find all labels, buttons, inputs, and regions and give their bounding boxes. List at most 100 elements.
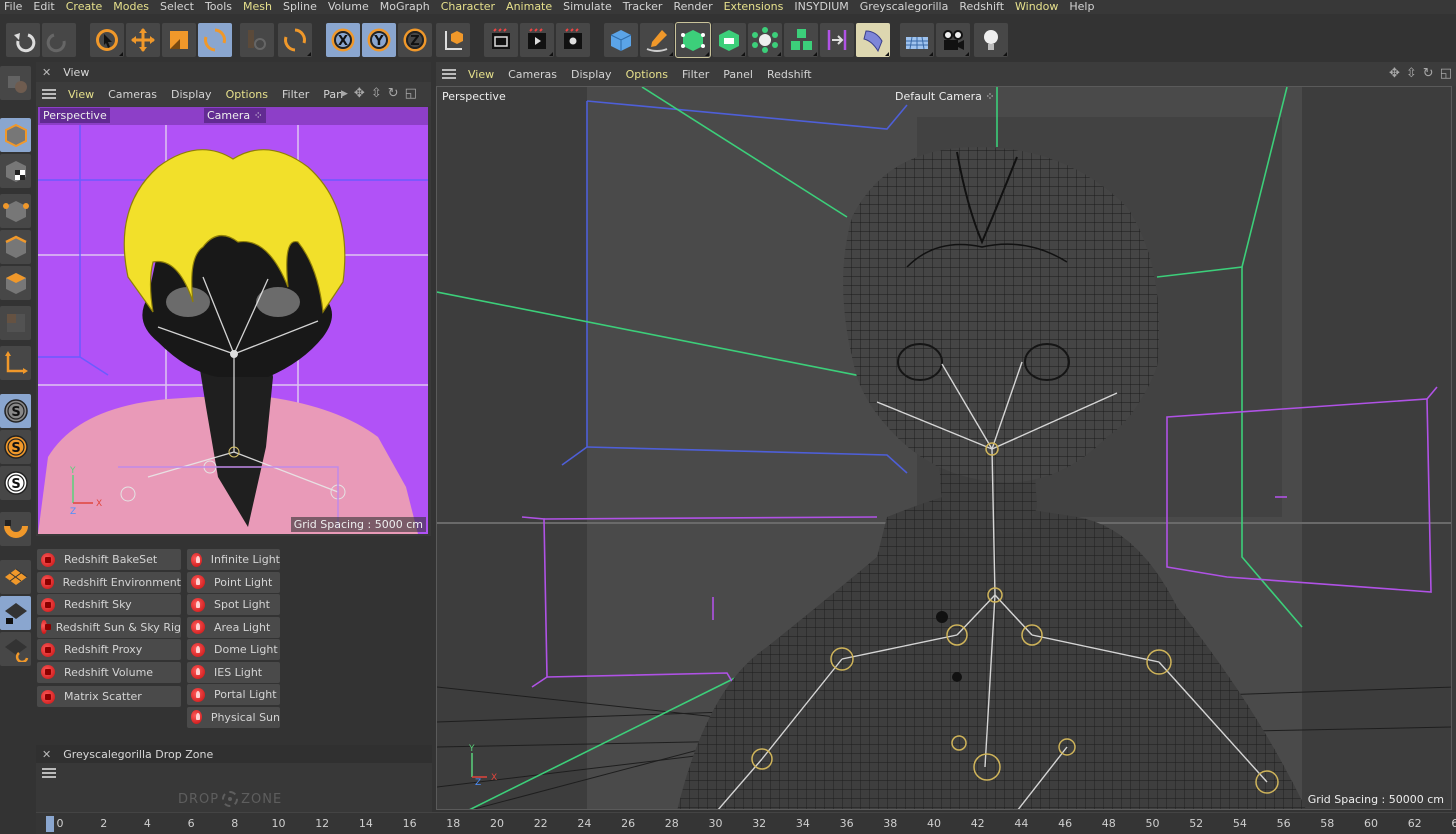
view-menu-view[interactable]: View	[68, 88, 94, 101]
timeline-ruler[interactable]: 0 2 4 6 8 10 12 14 16 18 20 22 24 26 28 30 32 34 36 38 40 42 4…	[36, 812, 1456, 834]
view-menu-display[interactable]: Display	[171, 88, 212, 101]
small-viewport[interactable]: Y X Z Perspective Camera ⁘ Grid Spacing …	[38, 107, 428, 534]
menu-spline[interactable]: Spline	[283, 0, 324, 14]
menu-greyscalegorilla[interactable]: Greyscalegorilla	[860, 0, 956, 14]
view-menu-options[interactable]: Options	[626, 68, 668, 81]
redshift-object-redshift-sky[interactable]: Redshift Sky	[37, 594, 181, 615]
axis-mode-button[interactable]	[0, 346, 31, 380]
view-menu-cameras[interactable]: Cameras	[508, 68, 557, 81]
polygons-mode-button[interactable]	[0, 266, 31, 300]
menu-tools[interactable]: Tools	[205, 0, 239, 14]
points-mode-button[interactable]	[0, 194, 31, 228]
floor-button[interactable]	[900, 23, 934, 57]
workplane-align-button[interactable]	[0, 632, 31, 666]
menu-file[interactable]: File	[4, 0, 29, 14]
rotate-view-icon[interactable]: ↻	[1423, 66, 1434, 81]
pan-view-icon[interactable]: ✥	[354, 86, 365, 101]
view-menu-filter[interactable]: Filter	[682, 68, 709, 81]
redshift-light-physical-sun[interactable]: Physical Sun	[187, 706, 280, 728]
close-icon[interactable]: ✕	[42, 748, 51, 761]
view-menu-display[interactable]: Display	[571, 68, 612, 81]
redshift-object-redshift-sun-sky-rig[interactable]: Redshift Sun & Sky Rig	[37, 616, 181, 638]
menu-extensions[interactable]: Extensions	[724, 0, 791, 14]
redshift-object-redshift-volume[interactable]: Redshift Volume	[37, 661, 181, 683]
locked-workplane-button[interactable]	[0, 596, 31, 630]
playhead[interactable]	[46, 816, 54, 832]
rotate-alt-button[interactable]	[278, 23, 312, 57]
redshift-light-portal-light[interactable]: Portal Light	[187, 684, 280, 705]
deformer-bend-button[interactable]	[856, 23, 890, 57]
view-menu-view[interactable]: View	[468, 68, 494, 81]
recent-tool-button[interactable]	[240, 23, 274, 57]
zoom-view-icon[interactable]: ⇳	[371, 86, 382, 101]
undo-button[interactable]	[6, 23, 40, 57]
z-axis-lock-button[interactable]: Z	[398, 23, 432, 57]
redshift-light-dome-light[interactable]: Dome Light	[187, 639, 280, 660]
redshift-object-redshift-proxy[interactable]: Redshift Proxy	[37, 639, 181, 660]
hamburger-menu-icon[interactable]	[42, 89, 56, 99]
menu-simulate[interactable]: Simulate	[563, 0, 619, 14]
solo-single-button[interactable]: S	[0, 430, 31, 464]
menu-insydium[interactable]: INSYDIUM	[794, 0, 855, 14]
zoom-view-icon[interactable]: ⇳	[1406, 66, 1417, 81]
workplane-button[interactable]	[0, 560, 31, 594]
menu-mesh[interactable]: Mesh	[243, 0, 279, 14]
toggle-panel-icon[interactable]: ◱	[1440, 66, 1452, 81]
rotate-view-icon[interactable]: ↻	[388, 86, 399, 101]
scroll-more-icon[interactable]: ▶	[341, 89, 348, 101]
snap-button[interactable]	[0, 512, 31, 546]
redshift-light-point-light[interactable]: Point Light	[187, 571, 280, 593]
solo-off-button[interactable]: S	[0, 394, 31, 428]
render-settings-button[interactable]	[556, 23, 590, 57]
camera-label[interactable]: Camera ⁘	[204, 108, 266, 123]
menu-redshift[interactable]: Redshift	[959, 0, 1011, 14]
scale-button[interactable]	[162, 23, 196, 57]
rotate-button[interactable]	[198, 23, 232, 57]
menu-tracker[interactable]: Tracker	[623, 0, 670, 14]
redshift-object-redshift-bakeset[interactable]: Redshift BakeSet	[37, 549, 181, 570]
uv-mode-button[interactable]	[0, 306, 31, 340]
redshift-light-ies-light[interactable]: IES Light	[187, 661, 280, 683]
symmetry-button[interactable]	[820, 23, 854, 57]
projection-label[interactable]: Perspective	[40, 108, 110, 123]
y-axis-lock-button[interactable]: Y	[362, 23, 396, 57]
cube-button[interactable]	[604, 23, 638, 57]
extrude-button[interactable]	[712, 23, 746, 57]
menu-render[interactable]: Render	[673, 0, 719, 14]
redshift-light-infinite-light[interactable]: Infinite Light	[187, 549, 280, 570]
model-mode-button[interactable]	[0, 118, 31, 152]
pen-button[interactable]	[640, 23, 674, 57]
redo-button[interactable]	[42, 23, 76, 57]
menu-create[interactable]: Create	[66, 0, 110, 14]
toggle-panel-icon[interactable]: ◱	[405, 86, 417, 101]
view-menu-panel[interactable]: Panel	[723, 68, 753, 81]
live-selection-button[interactable]	[90, 23, 124, 57]
edges-mode-button[interactable]	[0, 230, 31, 264]
menu-window[interactable]: Window	[1015, 0, 1065, 14]
redshift-light-area-light[interactable]: Area Light	[187, 616, 280, 638]
pan-view-icon[interactable]: ✥	[1389, 66, 1400, 81]
menu-select[interactable]: Select	[160, 0, 201, 14]
solo-hierarchy-button[interactable]: S	[0, 466, 31, 500]
redshift-light-spot-light[interactable]: Spot Light	[187, 594, 280, 615]
menu-help[interactable]: Help	[1069, 0, 1101, 14]
redshift-object-redshift-environment[interactable]: Redshift Environment	[37, 571, 181, 593]
subdivision-surface-button[interactable]	[675, 22, 711, 58]
menu-modes[interactable]: Modes	[113, 0, 156, 14]
view-menu-cameras[interactable]: Cameras	[108, 88, 157, 101]
menu-mograph[interactable]: MoGraph	[380, 0, 437, 14]
coordinate-system-button[interactable]	[436, 23, 470, 57]
projection-label[interactable]: Perspective	[439, 89, 509, 104]
cloner-button[interactable]	[748, 23, 782, 57]
make-editable-button[interactable]	[0, 66, 31, 100]
hamburger-menu-icon[interactable]	[42, 768, 56, 778]
x-axis-lock-button[interactable]: X	[326, 23, 360, 57]
menu-character[interactable]: Character	[441, 0, 502, 14]
menu-volume[interactable]: Volume	[328, 0, 376, 14]
view-menu-filter[interactable]: Filter	[282, 88, 309, 101]
camera-label[interactable]: Default Camera ⁘	[892, 89, 998, 104]
view-menu-options[interactable]: Options	[226, 88, 268, 101]
render-view-button[interactable]	[484, 23, 518, 57]
matrix-scatter-button[interactable]: Matrix Scatter	[37, 686, 181, 707]
menu-edit[interactable]: Edit	[33, 0, 61, 14]
